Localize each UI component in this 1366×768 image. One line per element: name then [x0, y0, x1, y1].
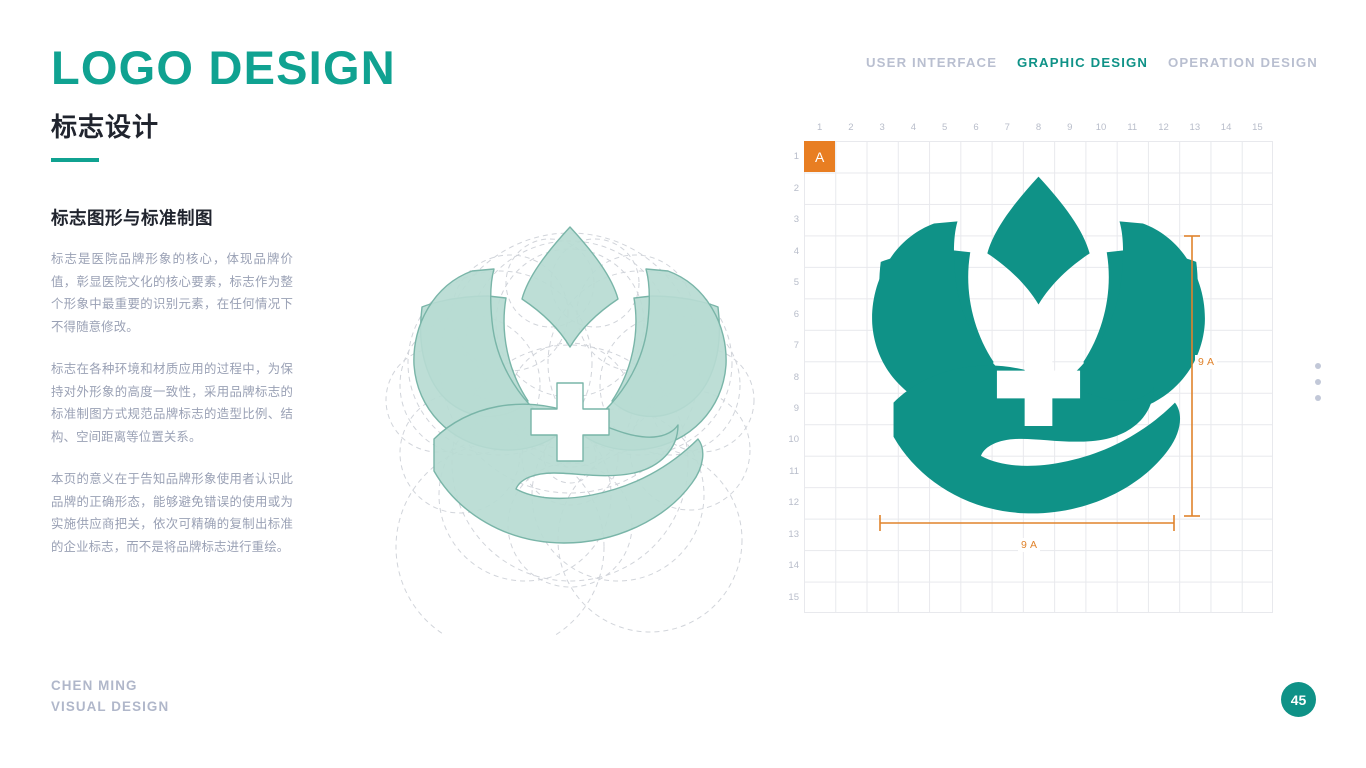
col-label: 3	[879, 122, 885, 133]
col-label: 8	[1035, 122, 1042, 133]
row-label: 8	[793, 371, 799, 383]
col-label: 14	[1220, 122, 1232, 133]
grid-row-labels: 1 2 3 4 5 6 7 8 9 10 11 12 13 14 15	[780, 141, 799, 613]
dimension-label-vertical: 9 A	[1195, 355, 1218, 369]
col-label: 5	[942, 122, 948, 133]
signature-line-1: CHEN MING	[51, 678, 138, 693]
row-label: 6	[793, 308, 799, 320]
section-subheading: 标志图形与标准制图	[51, 208, 213, 228]
dimension-label-horizontal: 9 A	[1018, 538, 1041, 552]
page-title-cn: 标志设计	[51, 112, 160, 142]
nav-item-user-interface[interactable]: USER INTERFACE	[866, 55, 997, 70]
row-label: 7	[793, 340, 799, 352]
row-label: 10	[788, 434, 799, 446]
row-label: 4	[793, 245, 799, 257]
row-label: 3	[793, 214, 799, 226]
col-label: 4	[910, 122, 917, 133]
row-label: 5	[793, 277, 799, 289]
paragraph-3: 本页的意义在于告知品牌形象使用者认识此品牌的正确形态，能够避免错误的使用或为实施…	[51, 472, 293, 554]
title-underline-rule	[51, 158, 99, 162]
signature-line-2: VISUAL DESIGN	[51, 699, 170, 714]
col-label: 2	[848, 122, 854, 133]
row-label: 1	[793, 151, 799, 163]
col-label: 6	[973, 122, 979, 133]
col-label: 10	[1095, 122, 1107, 133]
paragraph-2: 标志在各种环境和材质应用的过程中，为保持对外形象的高度一致性，采用品牌标志的标准…	[51, 362, 293, 444]
row-label: 2	[793, 182, 799, 194]
petal-top-center	[521, 226, 619, 348]
col-label: 7	[1004, 122, 1010, 133]
top-nav: USER INTERFACE GRAPHIC DESIGN OPERATION …	[866, 53, 1318, 71]
col-label: 13	[1189, 122, 1201, 133]
row-label: 9	[793, 402, 799, 414]
slide-page: USER INTERFACE GRAPHIC DESIGN OPERATION …	[0, 0, 1366, 768]
pagination-dots-icon[interactable]	[1315, 363, 1321, 401]
row-label: 11	[789, 465, 799, 477]
grid-column-labels: 1 2 3 4 5 6 7 8 9 10 11 12 13 14 15	[804, 118, 1273, 138]
construction-svg	[385, 226, 755, 652]
paragraph-1: 标志是医院品牌形象的核心，体现品牌价值，彰显医院文化的核心要素，标志作为整个形象…	[51, 252, 293, 334]
footer-signature: CHEN MING VISUAL DESIGN	[51, 675, 169, 717]
logo-construction-drawing	[350, 195, 790, 652]
nav-item-graphic-design[interactable]: GRAPHIC DESIGN	[1017, 55, 1148, 70]
body-copy: 标志是医院品牌形象的核心，体现品牌价值，彰显医院文化的核心要素，标志作为整个形象…	[51, 248, 293, 558]
row-label: 12	[788, 497, 799, 509]
dot-3	[1315, 395, 1321, 401]
nav-item-operation-design[interactable]: OPERATION DESIGN	[1168, 55, 1318, 70]
petal-top-center-solid	[987, 176, 1090, 305]
col-label: 15	[1252, 122, 1263, 133]
page-number-badge: 45	[1281, 682, 1316, 717]
row-label: 13	[788, 528, 799, 540]
col-label: 9	[1067, 122, 1073, 133]
row-label: 15	[788, 591, 799, 603]
row-label: 14	[788, 560, 799, 572]
col-label: 12	[1158, 122, 1169, 133]
dot-2	[1315, 379, 1321, 385]
col-label: 11	[1127, 122, 1138, 133]
page-title-en: LOGO DESIGN	[51, 41, 396, 94]
col-label: 1	[816, 122, 823, 133]
logo-grid-panel: 1 2 3 4 5 6 7 8 9 10 11 12 13 14 15 1 2 …	[780, 118, 1290, 628]
dot-1	[1315, 363, 1321, 369]
